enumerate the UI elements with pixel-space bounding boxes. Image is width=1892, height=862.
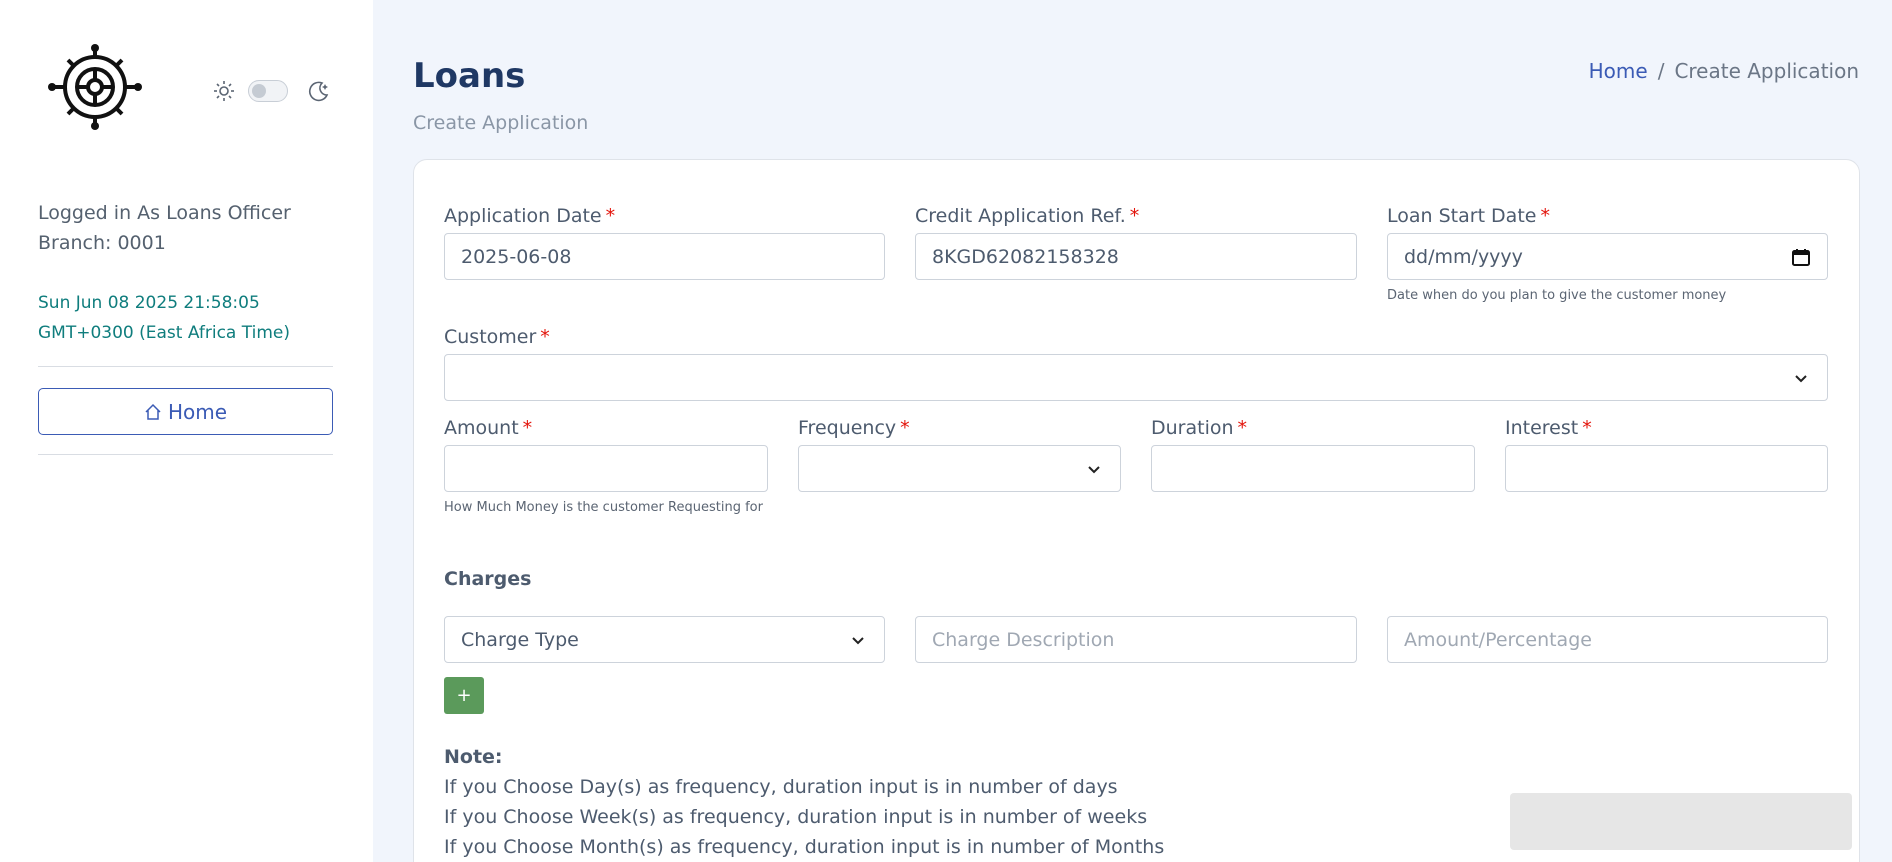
note-line: If you Choose Week(s) as frequency, dura…: [444, 806, 1148, 828]
calendar-icon[interactable]: [1791, 247, 1811, 267]
required-marker: *: [1582, 417, 1592, 439]
label-text: Frequency: [798, 417, 897, 439]
application-date-label: Application Date *: [444, 205, 615, 227]
clock: Sun Jun 08 2025 21:58:05 GMT+0300 (East …: [38, 288, 290, 348]
label-text: Customer: [444, 326, 537, 348]
breadcrumb-current: Create Application: [1674, 59, 1859, 83]
interest-input[interactable]: [1505, 445, 1828, 492]
required-marker: *: [540, 326, 550, 348]
input-value: 2025-06-08: [461, 245, 572, 268]
amount-label: Amount *: [444, 417, 532, 439]
ship-wheel-logo: [48, 44, 142, 130]
page-subtitle: Create Application: [413, 112, 589, 134]
application-date-input[interactable]: 2025-06-08: [444, 233, 885, 280]
chevron-down-icon: [1088, 466, 1100, 474]
logged-in-as: Logged in As Loans Officer: [38, 202, 291, 224]
chevron-down-icon: [1795, 375, 1807, 383]
label-text: Loan Start Date: [1387, 205, 1537, 227]
home-button[interactable]: Home: [38, 388, 333, 435]
select-value: Charge Type: [461, 628, 579, 651]
amount-input[interactable]: [444, 445, 768, 492]
loan-start-date-label: Loan Start Date *: [1387, 205, 1550, 227]
page-title: Loans: [413, 56, 526, 96]
toast-notification: [1510, 793, 1852, 850]
duration-input[interactable]: [1151, 445, 1475, 492]
interest-label: Interest *: [1505, 417, 1592, 439]
duration-label: Duration *: [1151, 417, 1247, 439]
credit-ref-label: Credit Application Ref. *: [915, 205, 1139, 227]
required-marker: *: [522, 417, 533, 439]
input-placeholder: Charge Description: [932, 628, 1115, 651]
label-text: Duration: [1151, 417, 1234, 439]
required-marker: *: [900, 417, 910, 439]
home-icon: [145, 403, 161, 420]
input-value: 8KGD62082158328: [932, 245, 1119, 268]
user-info: Logged in As Loans Officer Branch: 0001: [38, 198, 291, 258]
moon-icon[interactable]: [308, 80, 330, 102]
required-marker: *: [1237, 417, 1248, 439]
branch: Branch: 0001: [38, 232, 166, 254]
charge-description-input[interactable]: Charge Description: [915, 616, 1357, 663]
note-line: If you Choose Day(s) as frequency, durat…: [444, 776, 1118, 798]
note-title: Note:: [444, 746, 503, 768]
customer-select[interactable]: [444, 354, 1828, 401]
charge-amount-input[interactable]: Amount/Percentage: [1387, 616, 1828, 663]
sidebar: Logged in As Loans Officer Branch: 0001 …: [0, 0, 373, 862]
label-text: Amount: [444, 417, 519, 439]
amount-hint: How Much Money is the customer Requestin…: [444, 500, 763, 515]
frequency-select[interactable]: [798, 445, 1121, 492]
chevron-down-icon: [852, 637, 864, 645]
home-button-label: Home: [167, 399, 228, 424]
label-text: Interest: [1505, 417, 1579, 439]
divider: [38, 366, 333, 367]
note-line: If you Choose Month(s) as frequency, dur…: [444, 836, 1165, 858]
breadcrumb-home[interactable]: Home: [1589, 59, 1648, 83]
credit-ref-input[interactable]: 8KGD62082158328: [915, 233, 1357, 280]
theme-toggle[interactable]: [248, 80, 288, 102]
clock-timezone: GMT+0300 (East Africa Time): [38, 323, 290, 343]
breadcrumb: Home / Create Application: [1589, 59, 1859, 83]
toggle-knob: [252, 84, 266, 98]
add-charge-button[interactable]: +: [444, 677, 484, 714]
required-marker: *: [1129, 205, 1140, 227]
label-text: Credit Application Ref.: [915, 205, 1126, 227]
sun-icon[interactable]: [213, 80, 235, 102]
loan-start-date-hint: Date when do you plan to give the custom…: [1387, 288, 1727, 303]
required-marker: *: [1540, 205, 1550, 227]
input-placeholder: Amount/Percentage: [1404, 628, 1592, 651]
clock-date: Sun Jun 08 2025 21:58:05: [38, 293, 260, 313]
frequency-label: Frequency *: [798, 417, 910, 439]
label-text: Application Date: [444, 205, 602, 227]
charges-title: Charges: [444, 568, 532, 590]
divider: [38, 454, 333, 455]
loan-start-date-input[interactable]: dd/mm/yyyy: [1387, 233, 1828, 280]
date-placeholder: dd/mm/yyyy: [1404, 245, 1523, 268]
customer-label: Customer *: [444, 326, 550, 348]
charge-type-select[interactable]: Charge Type: [444, 616, 885, 663]
breadcrumb-separator: /: [1657, 59, 1665, 83]
required-marker: *: [605, 205, 616, 227]
